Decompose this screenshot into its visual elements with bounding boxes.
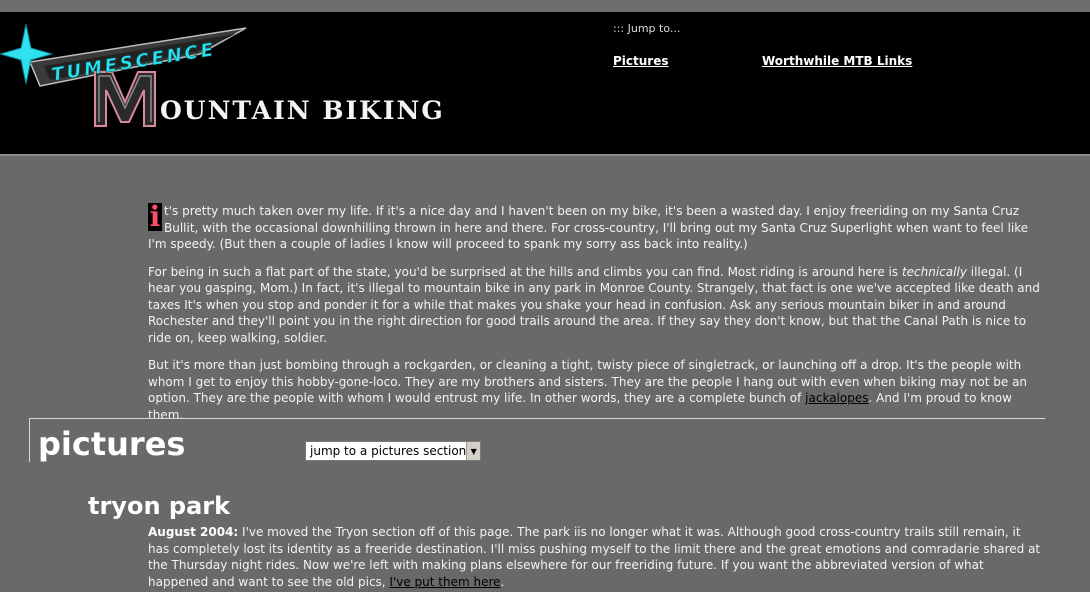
- logo-wordmark: OUNTAIN BIKING: [160, 96, 445, 125]
- tryon-body-end: .: [500, 574, 505, 589]
- pictures-section-select[interactable]: jump to a pictures section ▼: [305, 441, 481, 461]
- pictures-heading: pictures: [38, 425, 186, 463]
- intro-paragraph-2: For being in such a flat part of the sta…: [148, 264, 1043, 347]
- jackalopes-link[interactable]: jackalopes: [805, 391, 868, 405]
- header-divider: [0, 154, 1090, 156]
- nav-link-mtb-links[interactable]: Worthwhile MTB Links: [762, 54, 912, 68]
- emphasis-technically: technically: [901, 264, 967, 279]
- chevron-down-icon[interactable]: ▼: [466, 442, 480, 460]
- old-pics-link[interactable]: I've put them here: [389, 575, 500, 589]
- top-strip: [0, 0, 1090, 12]
- intro-paragraph-3: But it's more than just bombing through …: [148, 357, 1043, 423]
- tryon-date-label: August 2004:: [148, 525, 239, 539]
- tryon-park-heading: tryon park: [88, 492, 231, 520]
- intro-paragraph-1: i t's pretty much taken over my life. If …: [148, 203, 1043, 253]
- intro-text: i t's pretty much taken over my life. If …: [148, 203, 1043, 434]
- logo-wordmark-rest: OUNTAIN BIKING: [160, 96, 445, 125]
- section-top-rule: [30, 418, 1045, 419]
- pictures-select-value: jump to a pictures section: [310, 444, 467, 458]
- nav-link-pictures[interactable]: Pictures: [613, 54, 669, 68]
- tryon-body-text: I've moved the Tryon section off of this…: [148, 525, 1041, 589]
- tryon-park-text: August 2004: I've moved the Tryon sectio…: [148, 524, 1043, 590]
- intro-paragraph-1-text: t's pretty much taken over my life. If i…: [148, 204, 1029, 251]
- jump-to-label: ::: Jump to...: [613, 22, 681, 35]
- intro-paragraph-2-text-a: For being in such a flat part of the sta…: [148, 264, 902, 279]
- section-left-rule: [29, 418, 30, 462]
- drop-cap: i: [148, 200, 162, 233]
